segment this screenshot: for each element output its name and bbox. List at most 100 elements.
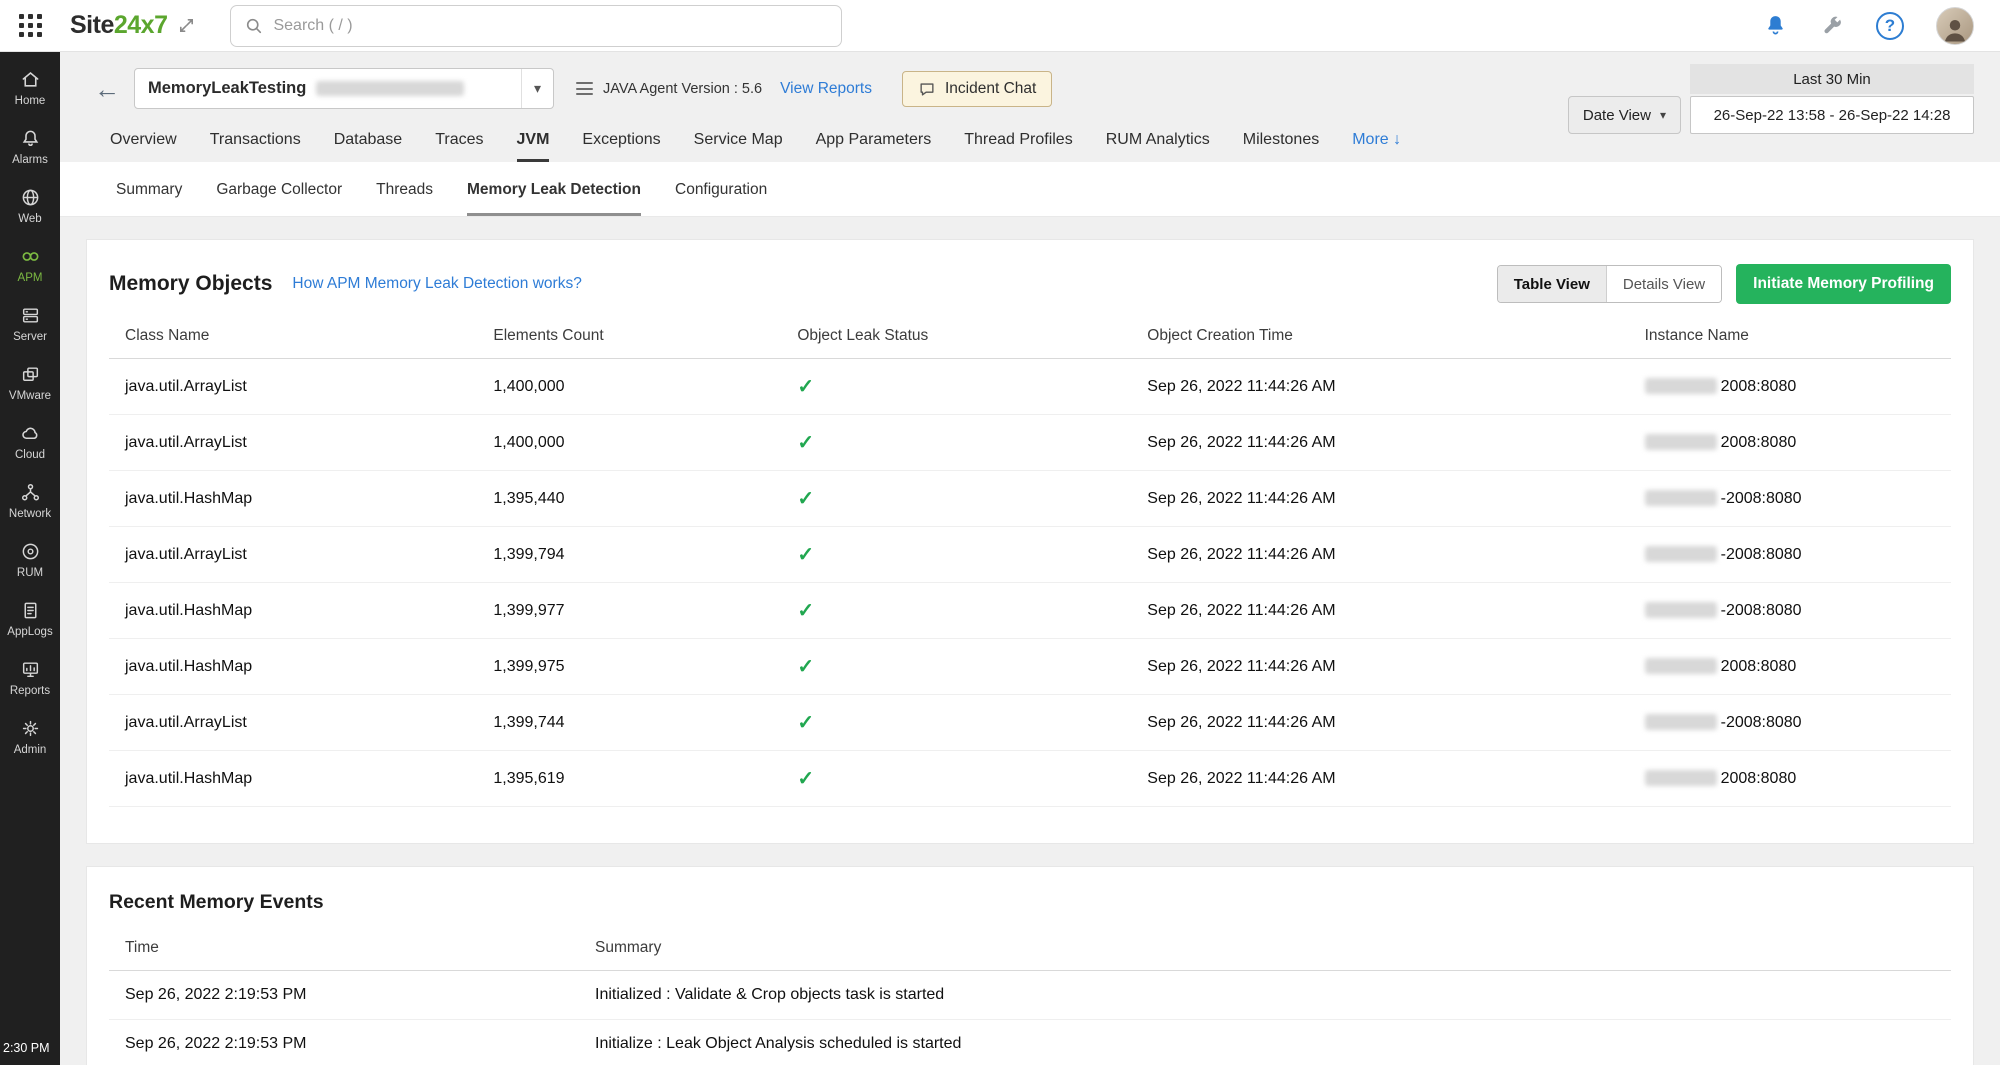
elements-count-cell: 1,400,000 — [477, 415, 781, 471]
class-name-cell: java.util.ArrayList — [109, 695, 477, 751]
tab-overview[interactable]: Overview — [110, 131, 177, 162]
memory-objects-card: Memory Objects How APM Memory Leak Detec… — [86, 239, 1974, 844]
date-row: Date View ▾ 26-Sep-22 13:58 - 26-Sep-22 … — [1568, 96, 1974, 134]
tab-transactions[interactable]: Transactions — [210, 131, 301, 162]
table-row: java.util.ArrayList 1,400,000 ✓ Sep 26, … — [109, 415, 1951, 471]
table-view-toggle[interactable]: Table View — [1498, 266, 1606, 302]
subtab-summary[interactable]: Summary — [116, 162, 182, 216]
col-object-leak-status: Object Leak Status — [781, 314, 1131, 359]
col-elements-count: Elements Count — [477, 314, 781, 359]
incident-chat-button[interactable]: Incident Chat — [902, 71, 1052, 107]
creation-time-cell: Sep 26, 2022 11:44:26 AM — [1131, 527, 1628, 583]
recent-events-title: Recent Memory Events — [109, 891, 1951, 914]
tab-traces[interactable]: Traces — [435, 131, 483, 162]
monitor-dropdown[interactable]: MemoryLeakTesting ▾ — [134, 68, 554, 109]
sidebar-item-alarms[interactable]: Alarms — [0, 117, 60, 176]
sidebar-item-label: Alarms — [12, 154, 48, 166]
agent-version-label: JAVA Agent Version : 5.6 — [603, 81, 762, 97]
monitor-name: MemoryLeakTesting — [148, 79, 306, 98]
leak-status-cell: ✓ — [781, 359, 1131, 415]
sidebar-item-label: Server — [13, 331, 47, 343]
tab-database[interactable]: Database — [334, 131, 403, 162]
class-name-cell: java.util.HashMap — [109, 471, 477, 527]
creation-time-cell: Sep 26, 2022 11:44:26 AM — [1131, 583, 1628, 639]
tab-exceptions[interactable]: Exceptions — [582, 131, 660, 162]
creation-time-cell: Sep 26, 2022 11:44:26 AM — [1131, 359, 1628, 415]
event-time-cell: Sep 26, 2022 2:19:53 PM — [109, 1020, 579, 1065]
back-arrow[interactable]: ← — [94, 76, 120, 102]
chevron-down-icon[interactable]: ▾ — [521, 69, 553, 108]
creation-time-cell: Sep 26, 2022 11:44:26 AM — [1131, 751, 1628, 807]
leak-status-cell: ✓ — [781, 415, 1131, 471]
memory-leak-help-link[interactable]: How APM Memory Leak Detection works? — [292, 275, 581, 293]
tab-more[interactable]: More ↓ — [1352, 131, 1401, 162]
memory-objects-header: Memory Objects How APM Memory Leak Detec… — [109, 264, 1951, 304]
details-view-toggle[interactable]: Details View — [1606, 266, 1721, 302]
time-range-controls: Last 30 Min Date View ▾ 26-Sep-22 13:58 … — [1568, 64, 1974, 134]
monitor-header: ← MemoryLeakTesting ▾ JAVA Agent Version… — [60, 52, 2000, 162]
user-avatar[interactable] — [1936, 7, 1974, 45]
no-leak-check-icon: ✓ — [797, 768, 814, 790]
date-range-picker[interactable]: 26-Sep-22 13:58 - 26-Sep-22 14:28 — [1690, 96, 1974, 134]
sidebar-item-cloud[interactable]: Cloud — [0, 412, 60, 471]
sidebar-item-network[interactable]: Network — [0, 471, 60, 530]
sidebar-item-label: Network — [9, 508, 51, 520]
date-view-label: Date View — [1583, 107, 1651, 124]
redacted-monitor-suffix — [316, 81, 464, 96]
subtab-threads[interactable]: Threads — [376, 162, 433, 216]
search-input[interactable] — [273, 17, 827, 35]
main-content: ← MemoryLeakTesting ▾ JAVA Agent Version… — [60, 52, 2000, 1065]
site24x7-logo[interactable]: Site24x7 — [70, 11, 167, 40]
sidebar-item-label: Reports — [10, 685, 50, 697]
sidebar-item-apm[interactable]: APM — [0, 235, 60, 294]
view-reports-link[interactable]: View Reports — [780, 80, 872, 98]
creation-time-cell: Sep 26, 2022 11:44:26 AM — [1131, 471, 1628, 527]
time-range-selector[interactable]: Last 30 Min — [1690, 64, 1974, 94]
cloud-icon — [20, 423, 41, 444]
tab-milestones[interactable]: Milestones — [1243, 131, 1319, 162]
no-leak-check-icon: ✓ — [797, 488, 814, 510]
chevron-down-icon: ▾ — [1660, 108, 1666, 122]
help-icon[interactable]: ? — [1876, 12, 1904, 40]
tab-jvm[interactable]: JVM — [517, 131, 550, 162]
sidebar-item-server[interactable]: Server — [0, 294, 60, 353]
initiate-memory-profiling-button[interactable]: Initiate Memory Profiling — [1736, 264, 1951, 304]
sidebar-item-vmware[interactable]: VMware — [0, 353, 60, 412]
sidebar-item-label: Cloud — [15, 449, 45, 461]
sidebar-item-rum[interactable]: RUM — [0, 530, 60, 589]
expand-icon[interactable] — [177, 16, 196, 35]
app-launcher-button[interactable] — [0, 14, 60, 37]
event-time-cell: Sep 26, 2022 2:19:53 PM — [109, 971, 579, 1020]
recent-memory-events-card: Recent Memory Events Time Summary Sep 26… — [86, 866, 1974, 1065]
instance-name-cell: -2008:8080 — [1629, 471, 1951, 527]
rum-icon — [20, 541, 41, 562]
globe-icon — [20, 187, 41, 208]
sidebar-item-applogs[interactable]: AppLogs — [0, 589, 60, 648]
no-leak-check-icon: ✓ — [797, 544, 814, 566]
tab-thread-profiles[interactable]: Thread Profiles — [964, 131, 1073, 162]
tab-service-map[interactable]: Service Map — [694, 131, 783, 162]
elements-count-cell: 1,399,744 — [477, 695, 781, 751]
sidebar-item-label: Home — [15, 95, 46, 107]
tab-app-parameters[interactable]: App Parameters — [816, 131, 932, 162]
subtab-configuration[interactable]: Configuration — [675, 162, 767, 216]
sidebar-item-reports[interactable]: Reports — [0, 648, 60, 707]
logo-24x7-text: 24x7 — [114, 11, 168, 39]
reports-icon — [20, 659, 41, 680]
subtab-garbage-collector[interactable]: Garbage Collector — [216, 162, 342, 216]
class-name-cell: java.util.ArrayList — [109, 527, 477, 583]
subtab-memory-leak-detection[interactable]: Memory Leak Detection — [467, 162, 641, 216]
date-view-button[interactable]: Date View ▾ — [1568, 96, 1681, 134]
redacted-instance-prefix — [1645, 770, 1717, 786]
leak-status-cell: ✓ — [781, 527, 1131, 583]
tab-rum-analytics[interactable]: RUM Analytics — [1106, 131, 1210, 162]
class-name-cell: java.util.ArrayList — [109, 359, 477, 415]
sidebar-item-web[interactable]: Web — [0, 176, 60, 235]
sidebar-item-admin[interactable]: Admin — [0, 707, 60, 766]
sidebar-item-home[interactable]: Home — [0, 58, 60, 117]
agent-menu-icon[interactable] — [576, 82, 593, 95]
tools-wrench-icon[interactable] — [1820, 14, 1844, 38]
notifications-bell-icon[interactable] — [1763, 13, 1788, 38]
elements-count-cell: 1,395,440 — [477, 471, 781, 527]
table-row: java.util.ArrayList 1,400,000 ✓ Sep 26, … — [109, 359, 1951, 415]
